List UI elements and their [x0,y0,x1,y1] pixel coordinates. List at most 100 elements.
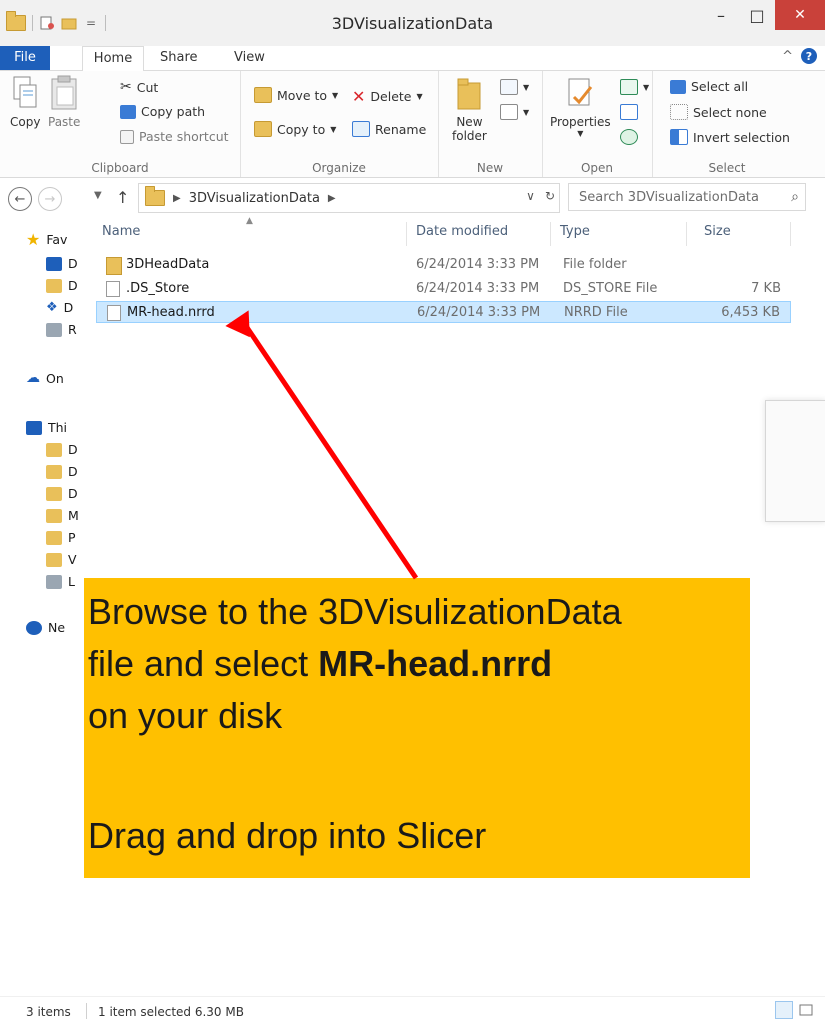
nav-item-label: D [68,442,78,457]
column-header-size[interactable]: Size [704,224,731,239]
file-type: NRRD File [564,305,628,320]
column-header-type[interactable]: Type [560,224,590,239]
organize-group: Move to ▼ Copy to ▼ ✕ Delete ▼ Rename Or… [240,71,439,177]
nav-item-label: L [68,574,75,589]
nav-network[interactable]: Ne [26,620,65,635]
select-all-button[interactable]: Select all [670,79,748,94]
new-folder-label-2: folder [452,129,487,143]
nav-this-pc-item[interactable]: D [46,442,78,457]
file-icon [106,281,120,297]
select-none-button[interactable]: Select none [670,104,767,120]
copy-button[interactable]: Copy [10,75,40,129]
file-name: MR-head.nrrd [127,305,215,320]
search-input[interactable]: Search 3DVisualizationData ⌕ [568,183,806,211]
cut-button[interactable]: ✂ Cut [120,79,158,95]
paste-shortcut-icon [120,129,134,144]
nav-this-pc-item[interactable]: D [46,486,78,501]
history-button[interactable] [620,129,638,145]
chevron-down-icon: ▼ [523,107,530,117]
nav-this-pc-item[interactable]: V [46,552,77,567]
chevron-right-icon: ▶ [173,192,181,204]
paste-button[interactable]: Paste [48,75,80,129]
copy-to-icon [254,121,272,137]
ribbon-tabs: File Home Share View ^ ? [0,46,825,72]
column-header-name[interactable]: Name [102,224,140,239]
nav-this-pc-item[interactable]: L [46,574,75,589]
nav-this-pc-item[interactable]: M [46,508,79,523]
address-bar[interactable]: ▶ 3DVisualizationData ▶ ∨ ↻ [138,183,560,213]
edit-button[interactable] [620,104,638,120]
properties-button[interactable]: Properties ▼ [550,75,611,138]
maximize-button[interactable]: □ [739,0,775,30]
window-controls: – □ ✕ [703,0,825,46]
nav-this-pc-label: Thi [48,420,68,435]
back-button[interactable]: ← [8,187,32,211]
nav-favorites-item[interactable]: R [46,322,77,337]
new-item-button[interactable]: ▼ [500,79,529,95]
move-to-button[interactable]: Move to ▼ [254,87,338,103]
divider [86,1003,87,1019]
collapse-ribbon-icon[interactable]: ^ [782,49,793,64]
help-icon[interactable]: ? [801,48,817,64]
select-all-label: Select all [691,79,749,94]
window-title: 3DVisualizationData [331,14,494,33]
tab-share[interactable]: Share [160,46,198,70]
navigation-pane: ★ Fav D D ❖ D R ☁ On Thi D D D M P V L N… [0,216,88,996]
clipboard-group: Copy Paste ✂ Cut Copy path Paste shortcu… [0,71,241,177]
details-view-icon[interactable] [775,1001,793,1019]
tab-view[interactable]: View [234,46,265,70]
edit-icon [620,104,638,120]
tab-file[interactable]: File [0,46,50,70]
open-label: Open [580,161,614,175]
nav-favorites-item[interactable]: D [46,256,78,271]
music-icon [46,508,62,523]
close-button[interactable]: ✕ [775,0,825,30]
address-path[interactable]: 3DVisualizationData [189,191,320,206]
file-row-mr-head[interactable]: MR-head.nrrd 6/24/2014 3:33 PM NRRD File… [96,301,791,323]
ribbon-controls: ^ ? [782,48,817,64]
nav-this-pc[interactable]: Thi [26,420,67,435]
scissors-icon: ✂ [120,79,132,95]
paste-shortcut-button[interactable]: Paste shortcut [120,129,229,144]
address-dropdown-icon[interactable]: ∨ [526,189,535,203]
nav-favorites[interactable]: ★ Fav [26,230,67,249]
clipboard-label: Clipboard [91,161,149,175]
paste-label: Paste [48,115,81,129]
chevron-down-icon: ▼ [643,82,650,92]
file-row-ds-store[interactable]: .DS_Store 6/24/2014 3:33 PM DS_STORE Fil… [96,278,791,300]
nav-favorites-item[interactable]: ❖ D [46,300,73,315]
nav-item-label: D [63,300,74,315]
minimize-button[interactable]: – [703,0,739,30]
star-icon: ★ [26,230,41,249]
chevron-down-icon: ▼ [332,90,339,100]
new-group: New folder ▼ ▼ New [438,71,543,177]
copy-to-button[interactable]: Copy to ▼ [254,121,336,137]
up-button[interactable]: ↑ [116,188,129,207]
rename-button[interactable]: Rename [352,121,426,137]
nav-this-pc-item[interactable]: P [46,530,76,545]
callout-line-4: Drag and drop into Slicer [88,815,487,856]
nav-favorites-item[interactable]: D [46,278,78,293]
nav-this-pc-item[interactable]: D [46,464,78,479]
refresh-icon[interactable]: ↻ [545,189,555,203]
forward-button[interactable]: → [38,187,62,211]
new-folder-button[interactable]: New folder [452,75,487,143]
callout-line-3: on your disk [88,695,283,736]
column-header-date[interactable]: Date modified [416,224,508,239]
delete-button[interactable]: ✕ Delete ▼ [352,87,423,106]
large-icons-view-icon[interactable] [797,1001,817,1021]
nav-onedrive[interactable]: ☁ On [26,370,64,386]
invert-selection-button[interactable]: Invert selection [670,129,790,145]
open-icon [620,79,638,95]
recent-locations-button[interactable]: ▼ [94,190,102,201]
copy-path-button[interactable]: Copy path [120,104,205,119]
computer-icon [26,420,42,435]
callout-line-1: Browse to the 3DVisulizationData [88,591,622,632]
tab-home[interactable]: Home [82,46,144,72]
easy-access-button[interactable]: ▼ [500,104,529,120]
file-row-3dheaddata[interactable]: 3DHeadData 6/24/2014 3:33 PM File folder [96,254,791,276]
callout-filename: MR-head.nrrd [318,643,553,684]
open-button[interactable]: ▼ [620,79,649,95]
select-group: Select all Select none Invert selection … [652,71,802,177]
search-icon[interactable]: ⌕ [791,189,799,205]
